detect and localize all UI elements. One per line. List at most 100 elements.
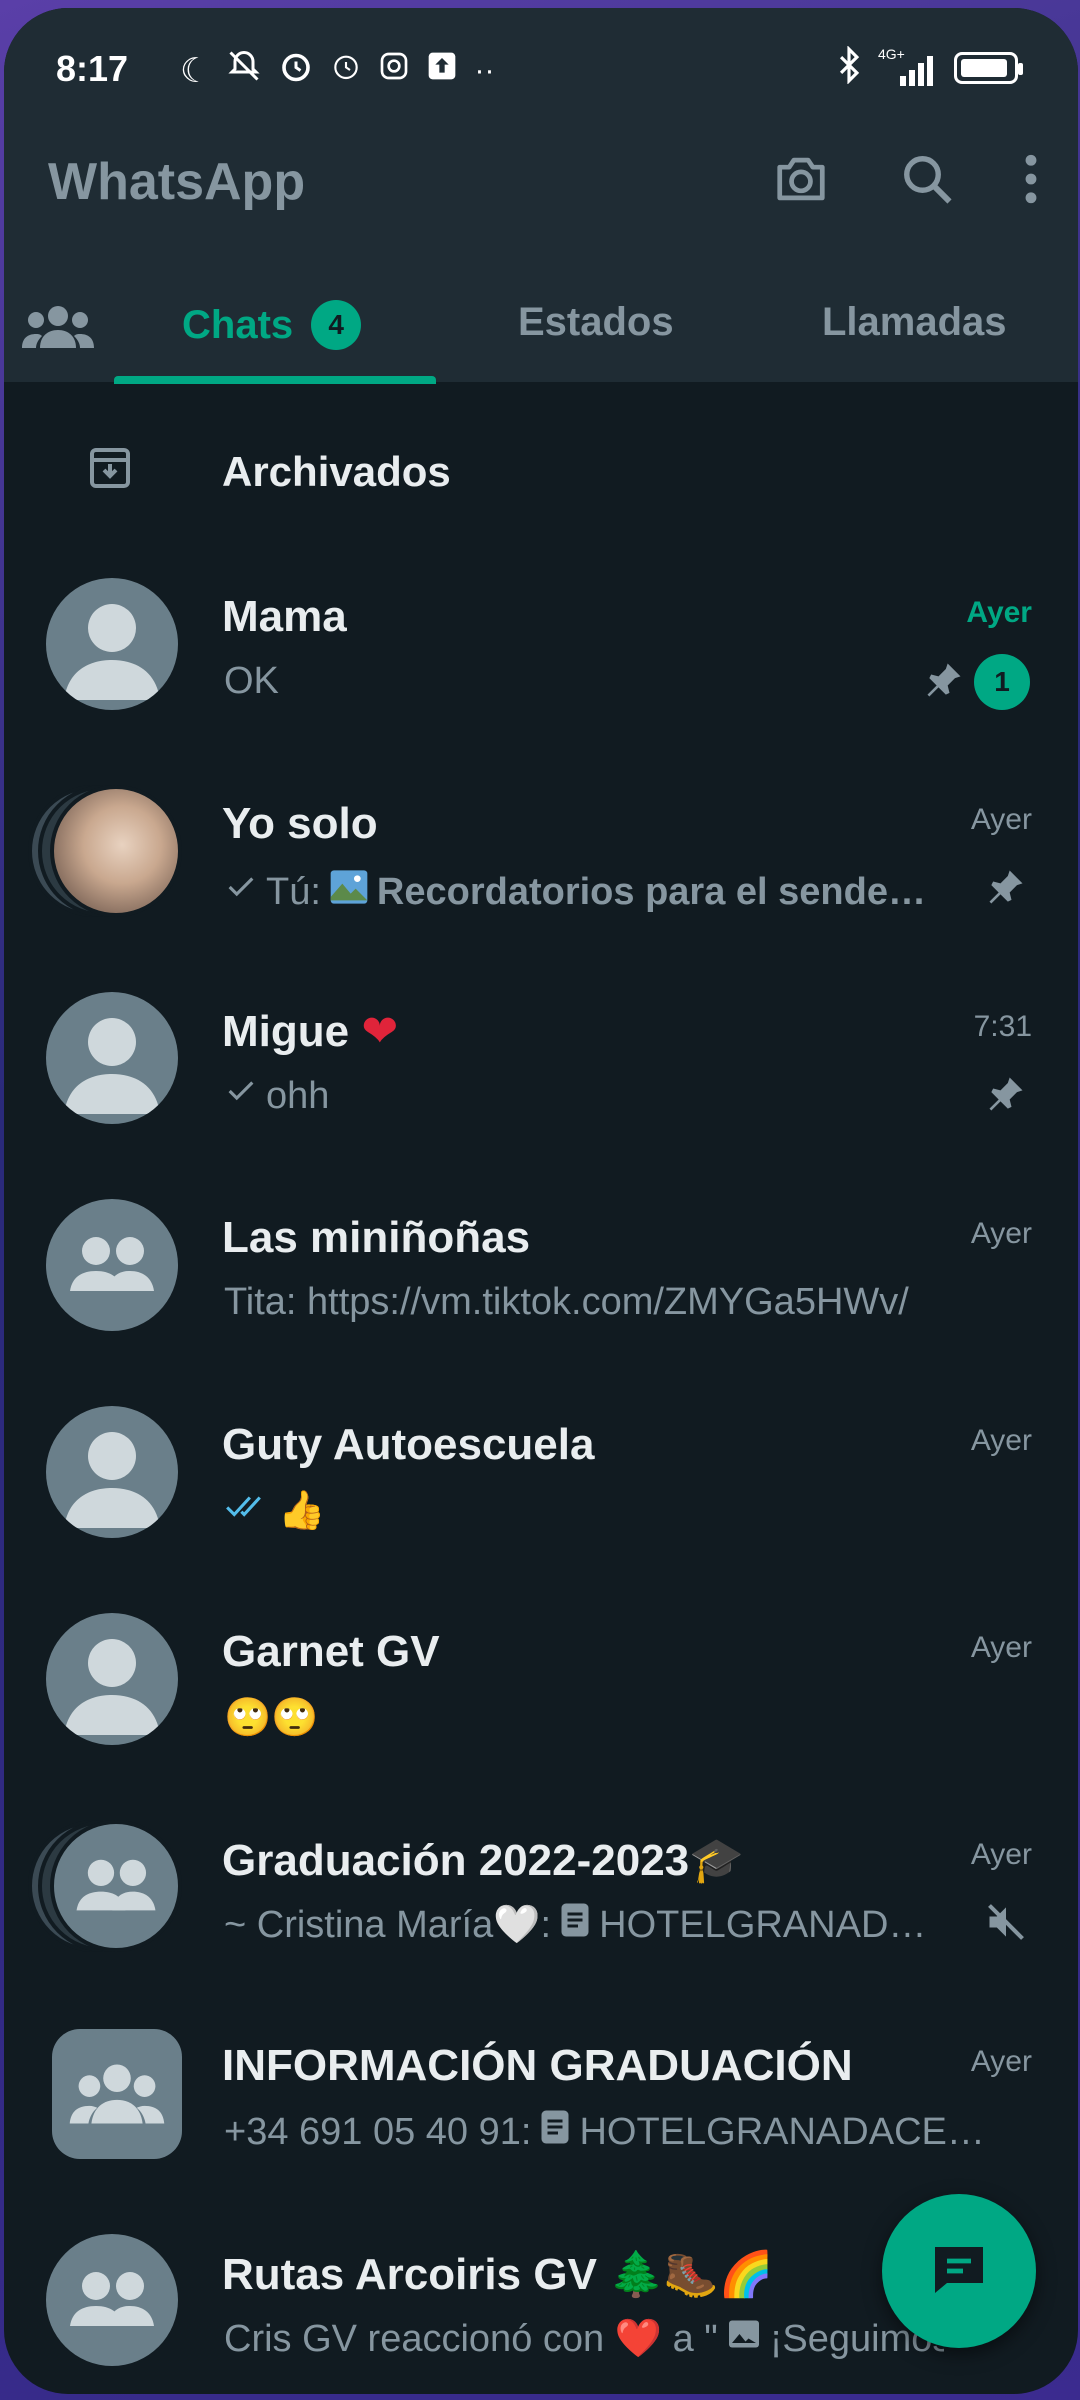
bluetooth-icon bbox=[834, 45, 864, 89]
chat-message: ~ Cristina María🤍: HOTELGRANAD… bbox=[224, 1902, 944, 1948]
phone-screen: 8:17 ☾ ·· 4G+ WhatsApp Chats 4 Estados L… bbox=[4, 8, 1078, 2394]
chat-row[interactable]: Graduación 2022-2023🎓 Ayer ~ Cristina Ma… bbox=[4, 1792, 1078, 1999]
chat-name: Las miniñoñas bbox=[222, 1213, 531, 1262]
community-avatar bbox=[52, 2029, 182, 2159]
group-avatar bbox=[46, 2234, 178, 2366]
chat-name: Graduación 2022-2023🎓 bbox=[222, 1836, 744, 1885]
chat-row[interactable]: Yo solo Ayer Tú: Recordatorios para el s… bbox=[4, 757, 1078, 964]
group-avatar bbox=[46, 1199, 178, 1331]
avatar bbox=[50, 785, 182, 917]
image-thumbnail-icon bbox=[329, 867, 369, 917]
chat-time: Ayer bbox=[970, 1838, 1032, 1871]
document-icon bbox=[559, 1902, 591, 1948]
status-bar: 8:17 ☾ ·· 4G+ bbox=[56, 44, 1023, 96]
avatar bbox=[46, 578, 178, 710]
chat-name: INFORMACIÓN GRADUACIÓN bbox=[222, 2041, 853, 2090]
unread-badge: 1 bbox=[974, 654, 1030, 710]
chat-list: Archivados Mama Ayer OK 1 Yo solo Ayer T… bbox=[4, 382, 1078, 2394]
document-icon bbox=[539, 2109, 571, 2155]
pin-icon bbox=[984, 865, 1028, 914]
chat-name: Garnet GV bbox=[222, 1627, 440, 1676]
chat-time: Ayer bbox=[970, 1217, 1032, 1250]
chat-name: Yo solo bbox=[222, 799, 378, 848]
group-avatar bbox=[50, 1820, 182, 1952]
chat-message: OK bbox=[224, 660, 944, 703]
status-icons-left: ☾ ·· bbox=[180, 48, 494, 93]
upload-icon bbox=[426, 50, 458, 91]
new-chat-button[interactable] bbox=[882, 2194, 1036, 2348]
app-actions bbox=[772, 152, 1038, 206]
archived-row[interactable]: Archivados bbox=[4, 382, 1078, 550]
chat-message-text: Cris GV reaccionó con ❤️ a " bbox=[224, 2318, 718, 2360]
alarm-icon bbox=[278, 48, 314, 93]
chat-message: Cris GV reaccionó con ❤️ a " ¡Seguimos… bbox=[224, 2316, 944, 2362]
tab-llamadas[interactable]: Llamadas bbox=[822, 300, 1007, 345]
chat-row[interactable]: Mama Ayer OK 1 bbox=[4, 550, 1078, 757]
chat-time: Ayer bbox=[970, 1424, 1032, 1457]
chat-message: ohh bbox=[224, 1074, 944, 1118]
tab-estados[interactable]: Estados bbox=[518, 300, 674, 345]
image-icon bbox=[726, 2316, 762, 2362]
chat-time: Ayer bbox=[970, 2045, 1032, 2078]
chat-row[interactable]: Las miniñoñas Ayer Tita: https://vm.tikt… bbox=[4, 1171, 1078, 1378]
signal-icon: 4G+ bbox=[878, 46, 940, 88]
new-chat-icon bbox=[929, 2243, 989, 2300]
chat-time: 7:31 bbox=[973, 1010, 1032, 1043]
chat-row[interactable]: INFORMACIÓN GRADUACIÓN Ayer +34 691 05 4… bbox=[4, 1999, 1078, 2206]
chat-name: Migue ❤ bbox=[222, 1006, 398, 1057]
chat-name: Rutas Arcoiris GV 🌲🥾🌈 bbox=[222, 2250, 774, 2299]
instagram-icon bbox=[378, 50, 410, 91]
status-icons-right: 4G+ bbox=[834, 45, 1023, 89]
archive-icon bbox=[86, 444, 134, 497]
top-bar: 8:17 ☾ ·· 4G+ WhatsApp Chats 4 Estados L… bbox=[4, 8, 1078, 384]
chat-name: Mama bbox=[222, 592, 347, 641]
chat-row[interactable]: Garnet GV Ayer 🙄🙄 bbox=[4, 1585, 1078, 1792]
avatar bbox=[46, 1406, 178, 1538]
avatar bbox=[46, 1613, 178, 1745]
chat-row[interactable]: Guty Autoescuela Ayer 👍 bbox=[4, 1378, 1078, 1585]
more-dots-icon: ·· bbox=[474, 53, 495, 87]
bell-off-icon bbox=[226, 48, 262, 93]
app-bar: WhatsApp bbox=[4, 128, 1078, 248]
avatar bbox=[46, 992, 178, 1124]
battery-icon bbox=[954, 51, 1023, 84]
overflow-menu-icon[interactable] bbox=[1024, 154, 1038, 204]
alarm-icon bbox=[330, 50, 362, 91]
chat-row[interactable]: Migue ❤ 7:31 ohh bbox=[4, 964, 1078, 1171]
search-icon[interactable] bbox=[900, 152, 954, 206]
double-check-icon bbox=[224, 1489, 270, 1533]
chat-message: 🙄🙄 bbox=[224, 1695, 944, 1740]
pin-icon bbox=[984, 1072, 1028, 1121]
tab-bar: Chats 4 Estados Llamadas bbox=[4, 270, 1078, 384]
archived-label: Archivados bbox=[222, 448, 451, 495]
heart-emoji-icon: ❤ bbox=[361, 1007, 399, 1056]
chat-message-file: HOTELGRANAD… bbox=[599, 1903, 927, 1946]
chat-message: 👍 bbox=[224, 1488, 944, 1533]
chat-time: Ayer bbox=[970, 1631, 1032, 1664]
single-check-icon bbox=[224, 1074, 258, 1118]
chat-message-text: ohh bbox=[266, 1074, 330, 1117]
communities-icon[interactable] bbox=[22, 300, 94, 352]
chat-message: Tita: https://vm.tiktok.com/ZMYGa5HWv/ bbox=[224, 1281, 1004, 1324]
chat-name-text: Migue bbox=[222, 1007, 350, 1056]
chat-message-prefix: Tú: bbox=[266, 870, 321, 913]
muted-icon bbox=[984, 1900, 1028, 1949]
tab-chats-label: Chats bbox=[182, 302, 294, 347]
tab-chats-badge: 4 bbox=[311, 300, 362, 350]
camera-icon[interactable] bbox=[772, 153, 830, 205]
app-title: WhatsApp bbox=[48, 153, 306, 211]
chat-name: Guty Autoescuela bbox=[222, 1420, 595, 1469]
single-check-icon bbox=[224, 870, 258, 914]
chat-time: Ayer bbox=[970, 803, 1032, 836]
tab-chats[interactable]: Chats 4 bbox=[182, 300, 362, 350]
chat-message-text: +34 691 05 40 91: bbox=[224, 2110, 532, 2153]
chat-message-text: OK bbox=[224, 660, 279, 702]
chat-message-text: ~ Cristina María🤍: bbox=[224, 1904, 552, 1946]
chat-message-file: HOTELGRANADACE… bbox=[579, 2110, 985, 2153]
chat-message: +34 691 05 40 91: HOTELGRANADACE… bbox=[224, 2109, 1004, 2155]
chat-time: Ayer bbox=[966, 596, 1032, 629]
chat-message-text: Tita: https://vm.tiktok.com/ZMYGa5HWv/ bbox=[224, 1281, 909, 1323]
chat-message: Tú: Recordatorios para el sende… bbox=[224, 867, 944, 917]
chat-message-text: 🙄🙄 bbox=[224, 1695, 319, 1739]
moon-icon: ☾ bbox=[180, 51, 211, 90]
